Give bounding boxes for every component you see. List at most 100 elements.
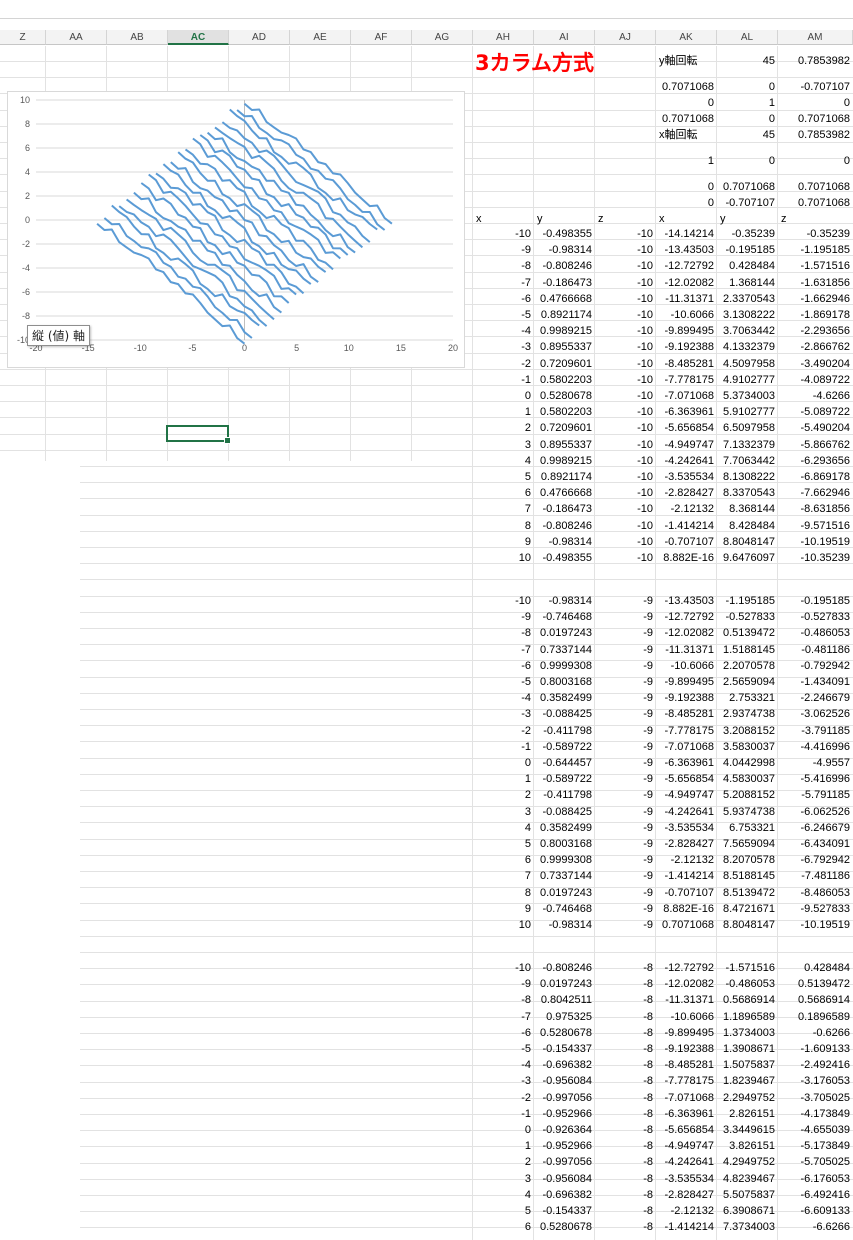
table-cell[interactable]: -4 (475, 323, 531, 339)
table-cell[interactable]: -1.414214 (658, 1219, 714, 1235)
table-cell[interactable]: 4.8239467 (719, 1171, 775, 1187)
table-cell[interactable]: 6.3908671 (719, 1203, 775, 1219)
table-cell[interactable]: -8.486053 (780, 885, 850, 901)
table-cell[interactable]: 10 (475, 550, 531, 566)
param-cell[interactable]: 0.7071068 (781, 179, 850, 195)
column-header-ai[interactable]: AI (534, 30, 595, 45)
table-cell[interactable]: 4 (475, 820, 531, 836)
table-cell[interactable]: -0.98314 (536, 534, 592, 550)
table-cell[interactable]: 0.7209601 (536, 420, 592, 436)
table-cell[interactable]: 8.8048147 (719, 917, 775, 933)
table-cell[interactable]: -9 (597, 771, 653, 787)
table-cell[interactable]: -3.490204 (780, 356, 850, 372)
table-cell[interactable]: -12.02082 (658, 625, 714, 641)
table-cell[interactable]: -0.088425 (536, 804, 592, 820)
table-cell[interactable]: -1.662946 (780, 291, 850, 307)
table-cell[interactable]: 1.1896589 (719, 1009, 775, 1025)
table-cell[interactable]: -9 (597, 690, 653, 706)
table-cell[interactable]: 4.5830037 (719, 771, 775, 787)
table-cell[interactable]: 0 (475, 755, 531, 771)
table-cell[interactable]: -9.899495 (658, 674, 714, 690)
table-cell[interactable]: -0.696382 (536, 1187, 592, 1203)
table-cell[interactable]: 4.1332379 (719, 339, 775, 355)
param-cell[interactable]: 45 (720, 53, 775, 69)
column-header-am[interactable]: AM (778, 30, 853, 45)
table-cell[interactable]: 0.1896589 (780, 1009, 850, 1025)
table-cell[interactable]: -5.866762 (780, 437, 850, 453)
table-cell[interactable]: -9 (597, 917, 653, 933)
table-cell[interactable]: 0.5139472 (780, 976, 850, 992)
table-cell[interactable]: -0.195185 (780, 593, 850, 609)
table-cell[interactable]: -3 (475, 706, 531, 722)
table-cell[interactable]: -4 (475, 1057, 531, 1073)
table-cell[interactable]: -2 (475, 723, 531, 739)
table-cell[interactable]: -2.828427 (658, 836, 714, 852)
table-cell[interactable]: 2.753321 (719, 690, 775, 706)
table-cell[interactable]: 0.428484 (719, 258, 775, 274)
table-cell[interactable]: -3.535534 (658, 1171, 714, 1187)
table-cell[interactable]: 4.2949752 (719, 1154, 775, 1170)
column-header-af[interactable]: AF (351, 30, 412, 45)
table-cell[interactable]: -0.498355 (536, 226, 592, 242)
table-cell[interactable]: -0.98314 (536, 593, 592, 609)
table-cell[interactable]: 3.1308222 (719, 307, 775, 323)
table-cell[interactable]: -8 (597, 992, 653, 1008)
column-header-z[interactable]: Z (0, 30, 46, 45)
table-cell[interactable]: -7 (475, 642, 531, 658)
table-cell[interactable]: -2.866762 (780, 339, 850, 355)
table-cell[interactable]: -2.246679 (780, 690, 850, 706)
table-cell[interactable]: -0.696382 (536, 1057, 592, 1073)
table-cell[interactable]: -3.535534 (658, 820, 714, 836)
table-cell[interactable]: -0.186473 (536, 275, 592, 291)
table-cell[interactable]: 0.9989215 (536, 323, 592, 339)
table-cell[interactable]: -10 (597, 372, 653, 388)
column-header-aa[interactable]: AA (46, 30, 107, 45)
param-cell[interactable]: 0.7071068 (659, 111, 714, 127)
column-header-ae[interactable]: AE (290, 30, 351, 45)
table-cell[interactable]: -8.485281 (658, 356, 714, 372)
param-cell[interactable]: -0.707107 (720, 195, 775, 211)
table-cell[interactable]: 0 (475, 1122, 531, 1138)
table-cell[interactable]: -8 (597, 1154, 653, 1170)
table-cell[interactable]: -5.416996 (780, 771, 850, 787)
table-cell[interactable]: -4 (475, 690, 531, 706)
table-cell[interactable]: -10.6066 (658, 1009, 714, 1025)
table-cell[interactable]: 2 (475, 420, 531, 436)
table-cell[interactable]: -10 (597, 275, 653, 291)
table-cell[interactable]: -4.9557 (780, 755, 850, 771)
table-cell[interactable]: -9 (597, 868, 653, 884)
table-cell[interactable]: -9.192388 (658, 690, 714, 706)
table-cell[interactable]: -8 (597, 1025, 653, 1041)
table-cell[interactable]: -0.997056 (536, 1154, 592, 1170)
table-cell[interactable]: -9 (597, 706, 653, 722)
table-cell[interactable]: 0.5139472 (719, 625, 775, 641)
table-cell[interactable]: -10 (597, 388, 653, 404)
table-cell[interactable]: -9 (597, 836, 653, 852)
table-cell[interactable]: -0.98314 (536, 242, 592, 258)
table-cell[interactable]: 5 (475, 836, 531, 852)
table-cell[interactable]: -1.434091 (780, 674, 850, 690)
table-cell[interactable]: -2.12132 (658, 501, 714, 517)
table-cell[interactable]: -10 (475, 960, 531, 976)
table-cell[interactable]: -6.363961 (658, 404, 714, 420)
table-cell[interactable]: -9 (597, 804, 653, 820)
table-cell[interactable]: -7.778175 (658, 723, 714, 739)
table-cell[interactable]: -9 (475, 609, 531, 625)
table-cell[interactable]: 7.3734003 (719, 1219, 775, 1235)
table-cell[interactable]: -0.186473 (536, 501, 592, 517)
table-cell[interactable]: -3.535534 (658, 469, 714, 485)
table-cell[interactable]: 3 (475, 437, 531, 453)
table-cell[interactable]: -4.173849 (780, 1106, 850, 1122)
table-cell[interactable]: -6.869178 (780, 469, 850, 485)
column-header-ad[interactable]: AD (229, 30, 290, 45)
table-cell[interactable]: -0.952966 (536, 1138, 592, 1154)
table-cell[interactable]: 0.8921174 (536, 307, 592, 323)
table-cell[interactable]: -6 (475, 658, 531, 674)
table-cell[interactable]: -7.662946 (780, 485, 850, 501)
table-cell[interactable]: -5 (475, 674, 531, 690)
table-cell[interactable]: -8 (597, 1138, 653, 1154)
active-cell-cursor[interactable] (166, 425, 231, 444)
table-cell[interactable]: -0.997056 (536, 1090, 592, 1106)
table-cell[interactable]: -9 (597, 739, 653, 755)
table-cell[interactable]: -0.527833 (780, 609, 850, 625)
